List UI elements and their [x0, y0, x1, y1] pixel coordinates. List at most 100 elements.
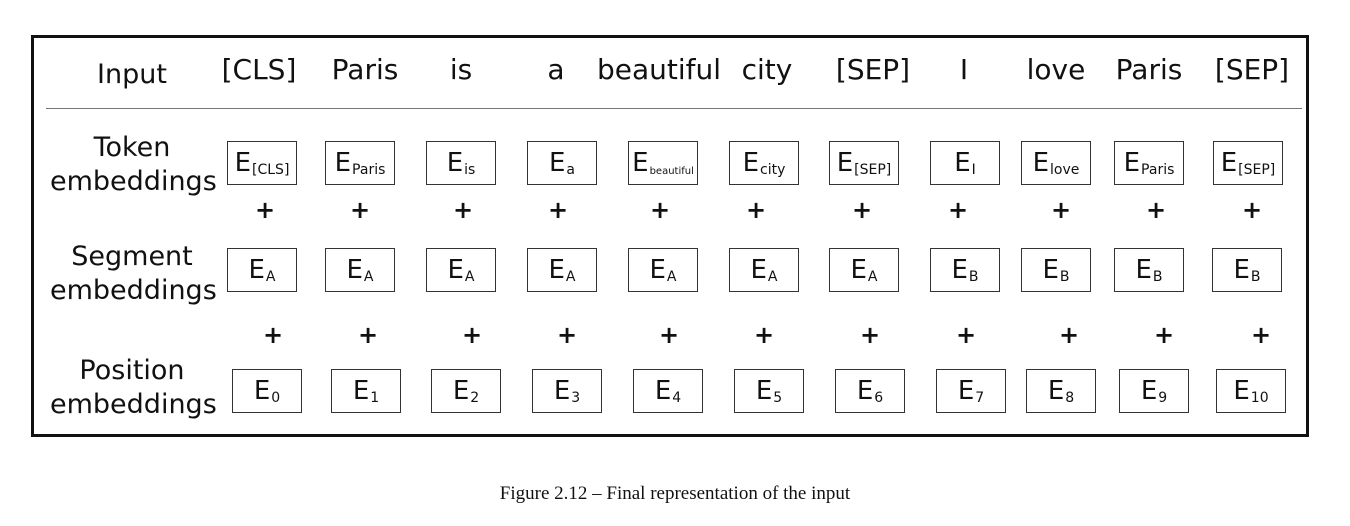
- embedding-symbol: E: [1032, 148, 1050, 178]
- segment-embedding-box: EA: [426, 248, 496, 292]
- embedding-symbol: E: [334, 148, 352, 178]
- embedding-symbol: E: [649, 255, 666, 285]
- embedding-subscript: 2: [470, 390, 480, 406]
- embedding-subscript: 4: [672, 390, 682, 406]
- input-token: Paris: [331, 53, 399, 86]
- embedding-subscript: 1: [370, 390, 380, 406]
- token-embedding-box: Ebeautiful: [628, 141, 698, 185]
- embedding-symbol: E: [951, 255, 968, 285]
- plus-sign: +: [1153, 321, 1175, 349]
- plus-sign: +: [1058, 321, 1080, 349]
- embedding-subscript: A: [565, 269, 576, 285]
- token-row-label: Token embeddings: [50, 131, 217, 199]
- plus-sign: +: [254, 196, 276, 224]
- embedding-symbol: E: [957, 376, 975, 406]
- embedding-subscript: I: [971, 162, 976, 178]
- plus-sign: +: [349, 196, 371, 224]
- embedding-symbol: E: [548, 255, 565, 285]
- embedding-subscript: city: [760, 162, 786, 178]
- position-embedding-box: E8: [1026, 369, 1096, 413]
- embedding-symbol: E: [954, 148, 971, 178]
- input-token: love: [1026, 53, 1086, 86]
- embedding-subscript: 9: [1158, 390, 1168, 406]
- plus-sign: +: [1145, 196, 1167, 224]
- token-embedding-box: Ea: [527, 141, 597, 185]
- embedding-subscript: B: [968, 269, 979, 285]
- embedding-symbol: E: [1047, 376, 1065, 406]
- plus-sign: +: [1241, 196, 1263, 224]
- input-row-label: Input: [50, 58, 214, 92]
- segment-embedding-box: EA: [325, 248, 395, 292]
- position-embedding-box: E3: [532, 369, 602, 413]
- embedding-symbol: E: [750, 255, 767, 285]
- embedding-symbol: E: [248, 255, 265, 285]
- input-token: Paris: [1115, 53, 1183, 86]
- segment-label-line1: Segment: [71, 241, 193, 272]
- token-embedding-box: Eis: [426, 141, 496, 185]
- position-embedding-box: E9: [1119, 369, 1189, 413]
- token-embedding-box: Elove: [1021, 141, 1091, 185]
- token-embedding-box: EI: [930, 141, 1000, 185]
- embedding-subscript: A: [666, 269, 677, 285]
- embedding-symbol: E: [447, 255, 464, 285]
- plus-sign: +: [452, 196, 474, 224]
- position-embedding-box: E1: [331, 369, 401, 413]
- embedding-symbol: E: [446, 148, 464, 178]
- embedding-symbol: E: [654, 376, 672, 406]
- plus-sign: +: [1050, 196, 1072, 224]
- segment-label-line2: embeddings: [50, 275, 217, 306]
- embedding-symbol: E: [452, 376, 470, 406]
- position-label-line2: embeddings: [50, 389, 217, 420]
- plus-sign: +: [745, 196, 767, 224]
- embedding-symbol: E: [1135, 255, 1152, 285]
- segment-embedding-box: EB: [1021, 248, 1091, 292]
- plus-sign: +: [859, 321, 881, 349]
- plus-sign: +: [262, 321, 284, 349]
- embedding-subscript: a: [566, 162, 576, 178]
- input-token: [SEP]: [835, 53, 911, 86]
- input-token: is: [449, 53, 473, 86]
- position-embedding-box: E0: [232, 369, 302, 413]
- embedding-symbol: E: [253, 376, 271, 406]
- header-divider: [46, 108, 1302, 109]
- position-embedding-box: E7: [936, 369, 1006, 413]
- plus-sign: +: [1250, 321, 1272, 349]
- embedding-subscript: 6: [874, 390, 884, 406]
- token-embedding-box: Ecity: [729, 141, 799, 185]
- segment-embedding-box: EA: [227, 248, 297, 292]
- plus-sign: +: [658, 321, 680, 349]
- token-embedding-box: E [SEP]: [1213, 141, 1283, 185]
- embedding-symbol: E: [632, 148, 649, 178]
- plus-sign: +: [556, 321, 578, 349]
- embedding-symbol: E: [553, 376, 571, 406]
- segment-embedding-box: EA: [729, 248, 799, 292]
- input-token: I: [959, 53, 969, 86]
- token-embedding-box: E Paris: [325, 141, 395, 185]
- embedding-symbol: E: [836, 148, 854, 178]
- embedding-subscript: [CLS]: [252, 162, 290, 178]
- plus-sign: +: [357, 321, 379, 349]
- input-token: [SEP]: [1214, 53, 1290, 86]
- segment-embedding-box: EB: [1114, 248, 1184, 292]
- position-embedding-box: E4: [633, 369, 703, 413]
- segment-embedding-box: EA: [527, 248, 597, 292]
- embedding-subscript: 0: [271, 390, 281, 406]
- embedding-subscript: Paris: [1141, 162, 1175, 178]
- embedding-symbol: E: [234, 148, 252, 178]
- embedding-symbol: E: [1233, 376, 1250, 406]
- embedding-subscript: is: [464, 162, 476, 178]
- position-embedding-box: E2: [431, 369, 501, 413]
- segment-embedding-box: EB: [1212, 248, 1282, 292]
- embedding-subscript: 8: [1065, 390, 1075, 406]
- embedding-subscript: A: [363, 269, 374, 285]
- embedding-subscript: beautiful: [649, 165, 694, 177]
- embedding-subscript: B: [1250, 269, 1261, 285]
- token-label-line2: embeddings: [50, 166, 217, 197]
- embedding-subscript: A: [265, 269, 276, 285]
- embedding-subscript: B: [1152, 269, 1163, 285]
- embedding-symbol: E: [742, 148, 760, 178]
- input-token: city: [741, 53, 793, 86]
- embedding-symbol: E: [755, 376, 773, 406]
- plus-sign: +: [851, 196, 873, 224]
- embedding-symbol: E: [548, 148, 566, 178]
